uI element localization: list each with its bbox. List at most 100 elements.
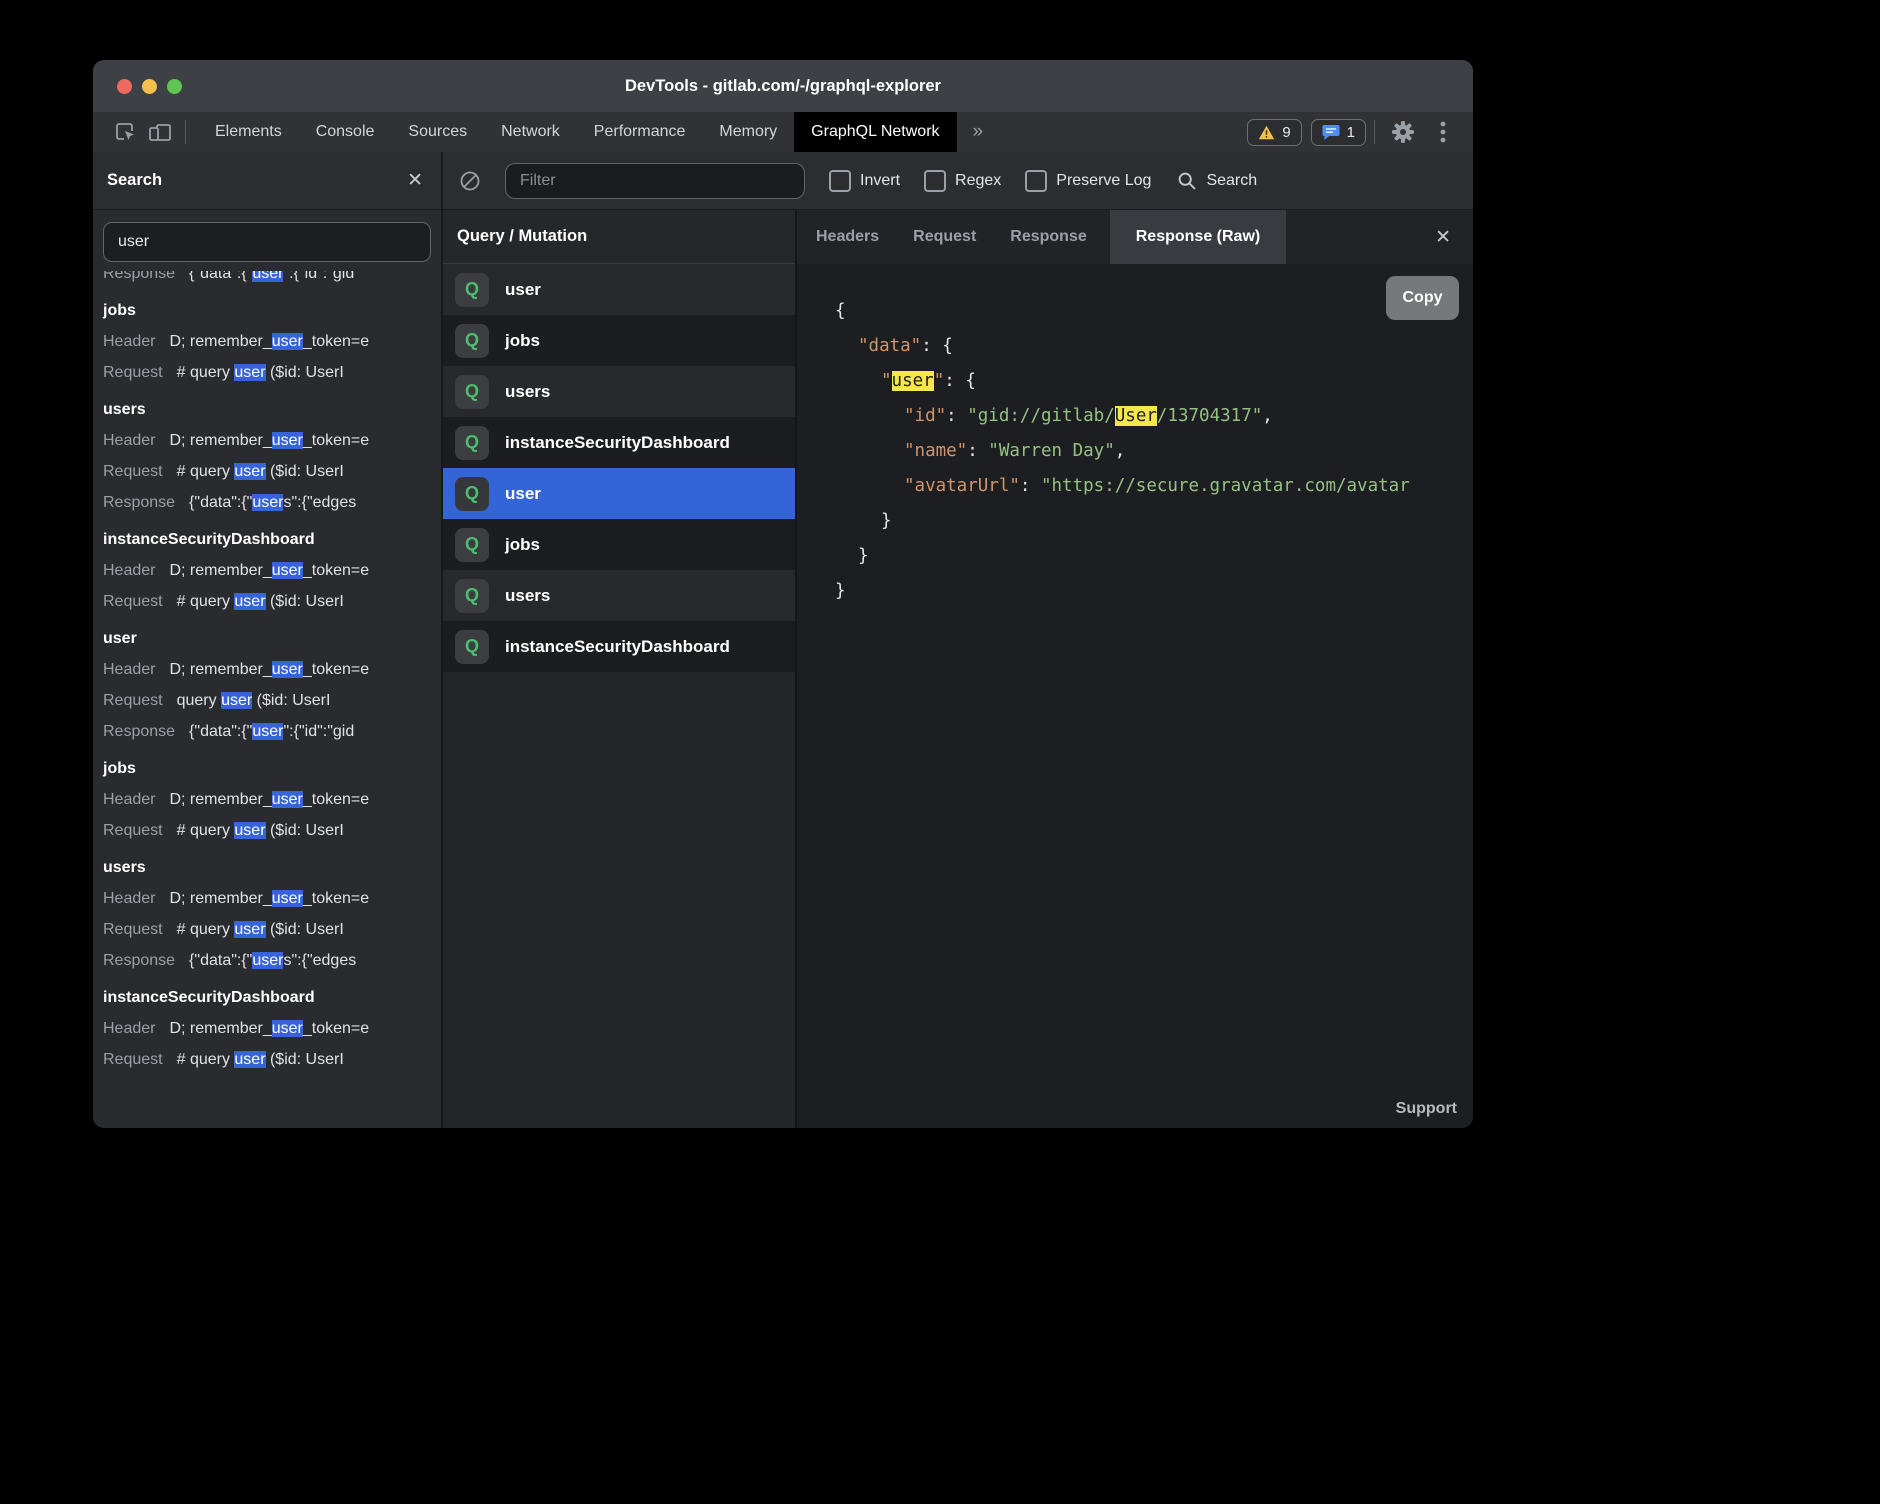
more-tabs-button[interactable]: » bbox=[957, 121, 1000, 143]
search-toggle-button[interactable]: Search bbox=[1177, 171, 1257, 191]
toolbar-divider bbox=[1374, 120, 1375, 144]
query-badge-icon: Q bbox=[455, 273, 489, 307]
result-row-label: Request bbox=[103, 1051, 163, 1068]
query-item-label: jobs bbox=[505, 535, 540, 555]
query-item-instancesecuritydashboard[interactable]: QinstanceSecurityDashboard bbox=[443, 417, 795, 468]
json-line: "user": { bbox=[835, 364, 1473, 399]
toolbar-right: 9 1 bbox=[1238, 112, 1463, 152]
checkbox-regex[interactable]: Regex bbox=[924, 170, 1001, 192]
result-row-label: Response bbox=[103, 271, 175, 282]
search-result-row[interactable]: HeaderD; remember_user_token=e bbox=[103, 555, 441, 586]
devtools-window: DevTools - gitlab.com/-/graphql-explorer… bbox=[93, 60, 1473, 1128]
toolbar-tab-graphql-network[interactable]: GraphQL Network bbox=[794, 112, 956, 152]
result-row-label: Header bbox=[103, 333, 155, 350]
search-result-row[interactable]: HeaderD; remember_user_token=e bbox=[103, 654, 441, 685]
search-result-row[interactable]: Requestquery user ($id: UserI bbox=[103, 685, 441, 716]
toolbar-tab-sources[interactable]: Sources bbox=[391, 112, 484, 152]
query-item-instancesecuritydashboard[interactable]: QinstanceSecurityDashboard bbox=[443, 621, 795, 672]
result-row-label: Header bbox=[103, 432, 155, 449]
query-badge-icon: Q bbox=[455, 375, 489, 409]
json-line: } bbox=[835, 574, 1473, 609]
search-results-panel: Response{"data":{"user":{"id":"gidjobsHe… bbox=[93, 210, 443, 1128]
search-result-row[interactable]: HeaderD; remember_user_token=e bbox=[103, 883, 441, 914]
search-result-row[interactable]: Request# query user ($id: UserI bbox=[103, 815, 441, 846]
maximize-traffic-button[interactable] bbox=[167, 79, 182, 94]
search-result-row[interactable]: HeaderD; remember_user_token=e bbox=[103, 784, 441, 815]
query-item-user[interactable]: Quser bbox=[443, 264, 795, 315]
copy-button[interactable]: Copy bbox=[1386, 276, 1459, 320]
clear-icon[interactable] bbox=[459, 170, 481, 192]
checkbox-box[interactable] bbox=[924, 170, 946, 192]
result-row-label: Response bbox=[103, 952, 175, 969]
checkbox-invert[interactable]: Invert bbox=[829, 170, 900, 192]
query-badge-icon: Q bbox=[455, 579, 489, 613]
json-line: "avatarUrl": "https://secure.gravatar.co… bbox=[835, 469, 1473, 504]
result-row-label: Response bbox=[103, 723, 175, 740]
response-tab-response[interactable]: Response bbox=[993, 210, 1103, 264]
filter-input[interactable] bbox=[505, 163, 805, 199]
search-result-row[interactable]: Request# query user ($id: UserI bbox=[103, 357, 441, 388]
search-result-row[interactable]: Response{"data":{"user":{"id":"gid bbox=[103, 716, 441, 747]
toolbar-tab-performance[interactable]: Performance bbox=[577, 112, 703, 152]
search-result-row[interactable]: Request # query user ($id: UserI bbox=[103, 456, 441, 487]
response-tab-request[interactable]: Request bbox=[896, 210, 993, 264]
result-row-value: # query user ($id: UserI bbox=[177, 593, 344, 610]
result-row-value: # query user ($id: UserI bbox=[177, 921, 344, 938]
json-lines: {"data": {"user": {"id": "gid://gitlab/U… bbox=[835, 294, 1473, 609]
search-result-row[interactable]: Request# query user ($id: UserI bbox=[103, 914, 441, 945]
search-result-row[interactable]: Response{"data":{"users":{"edges bbox=[103, 487, 441, 518]
search-result-section-title: users bbox=[103, 394, 441, 425]
close-detail-icon[interactable]: ✕ bbox=[1435, 228, 1473, 247]
result-row-value: # query user ($id: UserI bbox=[177, 463, 344, 480]
query-badge-icon: Q bbox=[455, 324, 489, 358]
query-item-jobs[interactable]: Qjobs bbox=[443, 519, 795, 570]
json-line: } bbox=[835, 504, 1473, 539]
content-area: Response{"data":{"user":{"id":"gidjobsHe… bbox=[93, 210, 1473, 1128]
search-result-row[interactable]: HeaderD; remember_user_token=e bbox=[103, 326, 441, 357]
toolbar-tab-elements[interactable]: Elements bbox=[198, 112, 299, 152]
result-row-value: {"data":{"user":{"id":"gid bbox=[189, 271, 354, 282]
query-item-label: users bbox=[505, 586, 550, 606]
close-search-panel-icon[interactable]: ✕ bbox=[407, 171, 423, 190]
minimize-traffic-button[interactable] bbox=[142, 79, 157, 94]
toolbar-tab-memory[interactable]: Memory bbox=[702, 112, 794, 152]
query-item-users[interactable]: Qusers bbox=[443, 366, 795, 417]
query-item-user[interactable]: Quser bbox=[443, 468, 795, 519]
result-row-label: Header bbox=[103, 661, 155, 678]
query-item-users[interactable]: Qusers bbox=[443, 570, 795, 621]
inspect-icon[interactable] bbox=[109, 112, 143, 152]
response-tabs: HeadersRequestResponseResponse (Raw) bbox=[797, 210, 1286, 264]
checkbox-preserve-log[interactable]: Preserve Log bbox=[1025, 170, 1151, 192]
result-row-label: Header bbox=[103, 890, 155, 907]
more-options-icon[interactable] bbox=[1423, 112, 1463, 152]
search-result-row[interactable]: HeaderD; remember_user_token=e bbox=[103, 425, 441, 456]
close-traffic-button[interactable] bbox=[117, 79, 132, 94]
toolbar-tab-console[interactable]: Console bbox=[299, 112, 392, 152]
result-row-value: # query user ($id: UserI bbox=[177, 364, 344, 381]
search-result-section-title: jobs bbox=[103, 295, 441, 326]
search-result-row[interactable]: HeaderD; remember_user_token=e bbox=[103, 1013, 441, 1044]
traffic-lights bbox=[117, 60, 182, 112]
result-row-label: Header bbox=[103, 791, 155, 808]
json-line: { bbox=[835, 294, 1473, 329]
messages-badge[interactable]: 1 bbox=[1311, 119, 1366, 146]
search-result-row[interactable]: Response {"data":{"user":{"id":"gid bbox=[103, 271, 441, 289]
issues-warning-badge[interactable]: 9 bbox=[1247, 119, 1301, 146]
response-tab-headers[interactable]: Headers bbox=[799, 210, 896, 264]
search-result-row[interactable]: Request# query user ($id: UserI bbox=[103, 1044, 441, 1075]
search-result-row[interactable]: Request# query user ($id: UserI bbox=[103, 586, 441, 617]
search-toggle-label: Search bbox=[1206, 172, 1257, 190]
support-link[interactable]: Support bbox=[1396, 1100, 1457, 1118]
response-tab-response-raw[interactable]: Response (Raw) bbox=[1110, 210, 1286, 264]
search-input[interactable] bbox=[103, 222, 431, 262]
checkbox-box[interactable] bbox=[829, 170, 851, 192]
settings-gear-icon[interactable] bbox=[1383, 112, 1423, 152]
warning-icon bbox=[1258, 125, 1275, 140]
result-row-label: Request bbox=[103, 463, 163, 480]
search-result-row[interactable]: Response{"data":{"users":{"edges bbox=[103, 945, 441, 976]
query-item-jobs[interactable]: Qjobs bbox=[443, 315, 795, 366]
checkbox-box[interactable] bbox=[1025, 170, 1047, 192]
json-line: "data": { bbox=[835, 329, 1473, 364]
toolbar-tab-network[interactable]: Network bbox=[484, 112, 577, 152]
device-toolbar-icon[interactable] bbox=[143, 112, 177, 152]
